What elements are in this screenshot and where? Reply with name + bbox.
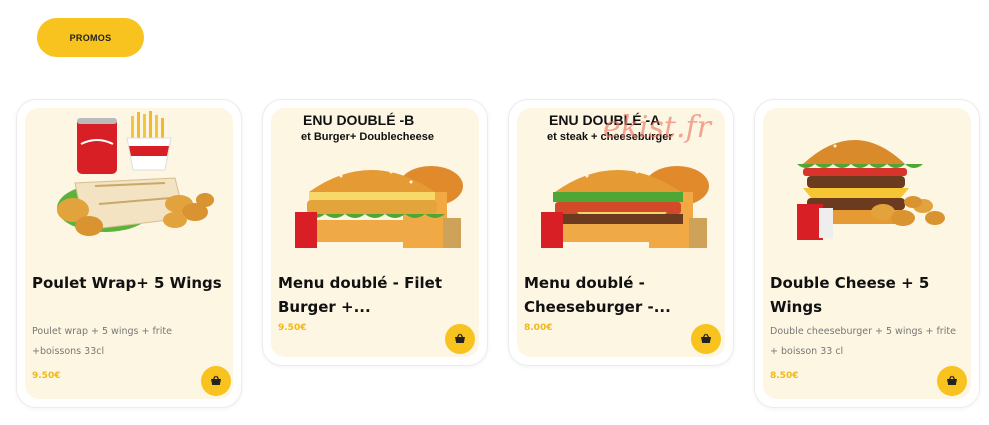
basket-icon (455, 333, 465, 343)
product-price: 9.50€ (278, 323, 307, 333)
add-to-cart-button[interactable] (445, 324, 475, 354)
product-card-menu-double-cheeseburger[interactable]: ENU DOUBLÉ -A et steak + cheeseburger ek… (508, 99, 734, 366)
promos-button[interactable]: PROMOS (37, 18, 144, 57)
product-description: Poulet wrap + 5 wings + frite +boissons … (32, 326, 172, 357)
watermark: ekist.fr (603, 110, 711, 145)
product-title[interactable]: Double Cheese + 5 Wings (770, 271, 961, 319)
product-card-double-cheese[interactable]: Double Cheese + 5 Wings Double cheesebur… (754, 99, 980, 408)
basket-icon (947, 375, 957, 385)
product-card-body: Double Cheese + 5 Wings Double cheesebur… (763, 108, 971, 399)
svg-text:ENU DOUBLÉ -B: ENU DOUBLÉ -B (303, 112, 414, 128)
product-card-body: Poulet Wrap+ 5 Wings Poulet wrap + 5 win… (25, 108, 233, 399)
product-card-body: ENU DOUBLÉ -B et Burger+ Doublecheese Me… (271, 108, 479, 357)
product-price: 8.50€ (770, 371, 799, 381)
product-price: 8.00€ (524, 323, 553, 333)
add-to-cart-button[interactable] (937, 366, 967, 396)
basket-icon (701, 333, 711, 343)
product-title[interactable]: Poulet Wrap+ 5 Wings (32, 271, 223, 295)
product-image (763, 108, 971, 256)
product-price: 9.50€ (32, 371, 61, 381)
product-description: Double cheeseburger + 5 wings + frite + … (770, 326, 956, 357)
product-image (25, 108, 233, 256)
product-card-menu-double-filet[interactable]: ENU DOUBLÉ -B et Burger+ Doublecheese Me… (262, 99, 488, 366)
svg-text:et Burger+ Doublecheese: et Burger+ Doublecheese (301, 131, 434, 143)
add-to-cart-button[interactable] (691, 324, 721, 354)
product-image: ENU DOUBLÉ -B et Burger+ Doublecheese (271, 108, 479, 256)
add-to-cart-button[interactable] (201, 366, 231, 396)
basket-icon (211, 375, 221, 385)
product-card-poulet-wrap[interactable]: Poulet Wrap+ 5 Wings Poulet wrap + 5 win… (16, 99, 242, 408)
product-title[interactable]: Menu doublé - Filet Burger +... (278, 271, 469, 319)
product-title[interactable]: Menu doublé - Cheeseburger -... (524, 271, 715, 319)
product-card-body: ENU DOUBLÉ -A et steak + cheeseburger ek… (517, 108, 725, 357)
